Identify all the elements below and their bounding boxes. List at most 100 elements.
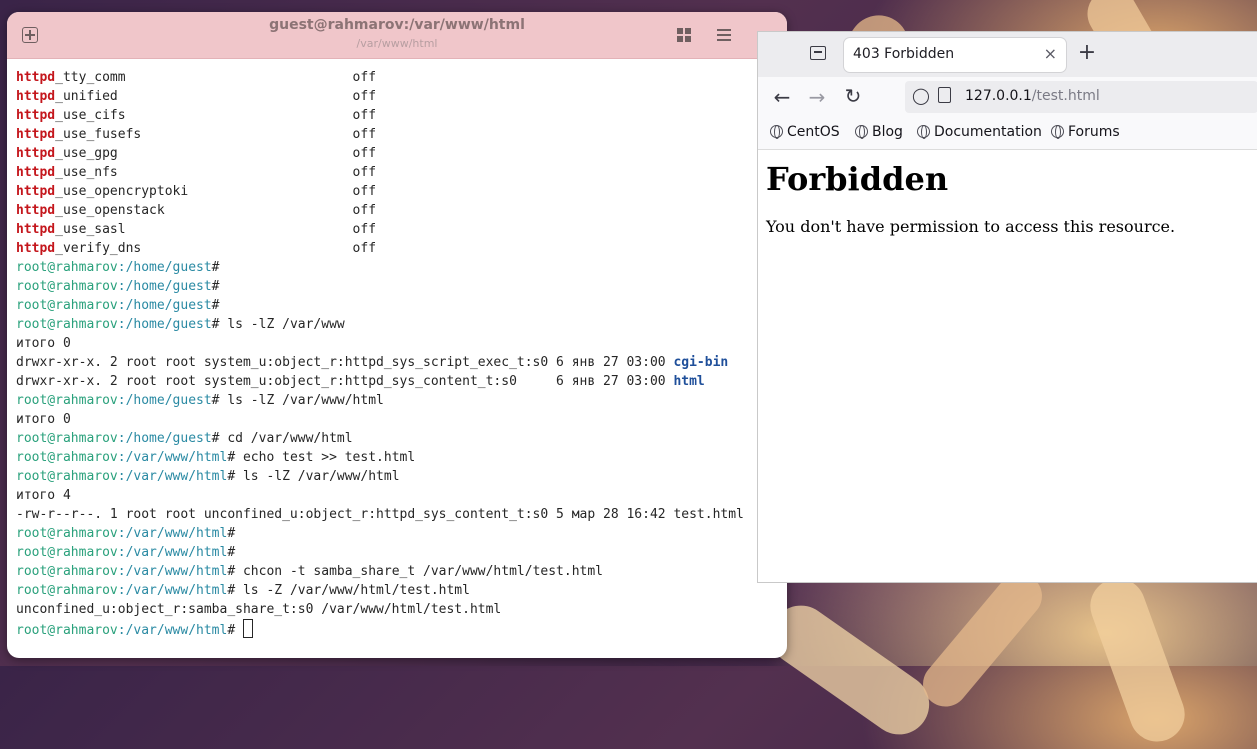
prompt-user: root@rahmarov (16, 469, 118, 484)
prompt-path: :/var/www/html (117, 623, 228, 638)
tab-bar: 403 Forbidden × + (758, 32, 1257, 77)
output-text: _use_sasl off (55, 222, 377, 237)
prompt-user: root@rahmarov (16, 450, 118, 465)
terminal-line: drwxr-xr-x. 2 root root system_u:object_… (16, 372, 776, 391)
terminal-line: root@rahmarov:/var/www/html# (16, 524, 776, 543)
prompt-path: :/var/www/html (117, 526, 228, 541)
terminal-line: root@rahmarov:/var/www/html# (16, 543, 776, 562)
output-text: unconfined_u:object_r:samba_share_t:s0 /… (16, 602, 502, 617)
output-text: _use_nfs off (55, 165, 377, 180)
output-text: _use_fusefs off (55, 127, 377, 142)
prompt-path: :/var/www/html (117, 564, 228, 579)
terminal-line: итого 4 (16, 486, 776, 505)
prompt-command: # (227, 623, 243, 638)
terminal-line: root@rahmarov:/home/guest# ls -lZ /var/w… (16, 391, 776, 410)
terminal-line: итого 0 (16, 334, 776, 353)
prompt-command: # cd /var/www/html (211, 431, 353, 446)
bookmark-label: Documentation (934, 124, 1042, 140)
keyword-highlight: httpd (16, 203, 56, 218)
terminal-line: root@rahmarov:/home/guest# ls -lZ /var/w… (16, 315, 776, 334)
prompt-path: :/var/www/html (117, 450, 228, 465)
page-content: Forbidden You don't have permission to a… (766, 160, 1175, 236)
back-arrow-icon[interactable]: ← (772, 85, 792, 109)
output-text: _tty_comm off (55, 70, 377, 85)
wallpaper-streak (1082, 570, 1193, 749)
bookmark-label: CentOS (787, 124, 840, 140)
bookmark-documentation[interactable]: Documentation (917, 124, 1042, 140)
terminal-line: httpd_use_gpg off (16, 144, 776, 163)
terminal-subtitle: /var/www/html (356, 37, 438, 50)
directory-name: html (673, 374, 705, 389)
prompt-user: root@rahmarov (16, 260, 118, 275)
terminal-line: httpd_use_cifs off (16, 106, 776, 125)
tab-overview-button[interactable] (808, 45, 828, 65)
terminal-line: unconfined_u:object_r:samba_share_t:s0 /… (16, 600, 776, 619)
terminal-output[interactable]: httpd_tty_comm off httpd_unified off httpd… (16, 68, 776, 638)
terminal-line: httpd_use_sasl off (16, 220, 776, 239)
forward-arrow-icon[interactable]: → (807, 85, 827, 109)
grid-icon (677, 28, 691, 42)
terminal-line: httpd_verify_dns off (16, 239, 776, 258)
reload-icon[interactable]: ↻ (843, 84, 863, 108)
terminal-line: root@rahmarov:/home/guest# (16, 277, 776, 296)
prompt-user: root@rahmarov (16, 545, 118, 560)
terminal-line: root@rahmarov:/var/www/html# (16, 619, 776, 638)
terminal-line: httpd_use_nfs off (16, 163, 776, 182)
tab-403-forbidden[interactable]: 403 Forbidden × (844, 38, 1066, 72)
bookmark-centos[interactable]: CentOS (770, 124, 840, 140)
keyword-highlight: httpd (16, 108, 56, 123)
menu-button[interactable] (713, 24, 735, 46)
url-host: 127.0.0.1 (965, 88, 1032, 104)
prompt-command: # (227, 545, 236, 560)
terminal-line: итого 0 (16, 410, 776, 429)
terminal-cursor (242, 619, 253, 638)
close-icon[interactable]: × (1044, 44, 1057, 63)
output-text: -rw-r--r--. 1 root root unconfined_u:obj… (16, 507, 744, 522)
directory-name: cgi-bin (673, 355, 729, 370)
terminal-line: -rw-r--r--. 1 root root unconfined_u:obj… (16, 505, 776, 524)
keyword-highlight: httpd (16, 89, 56, 104)
prompt-command: # (211, 260, 220, 275)
prompt-command: # chcon -t samba_share_t /var/www/html/t… (227, 564, 604, 579)
prompt-command: # (211, 279, 220, 294)
keyword-highlight: httpd (16, 146, 56, 161)
new-tab-icon[interactable]: + (1076, 41, 1098, 65)
bookmark-forums[interactable]: Forums (1051, 124, 1120, 140)
terminal-header: guest@rahmarov:/var/www/html /var/www/ht… (7, 12, 787, 59)
bookmark-blog[interactable]: Blog (855, 124, 903, 140)
prompt-user: root@rahmarov (16, 431, 118, 446)
terminal-line: root@rahmarov:/var/www/html# ls -Z /var/… (16, 581, 776, 600)
keyword-highlight: httpd (16, 222, 56, 237)
prompt-command: # ls -Z /var/www/html/test.html (227, 583, 470, 598)
prompt-path: :/home/guest (117, 393, 212, 408)
bookmark-label: Blog (872, 124, 903, 140)
terminal-line: root@rahmarov:/home/guest# cd /var/www/h… (16, 429, 776, 448)
wallpaper-streak (913, 564, 1052, 716)
tab-label: 403 Forbidden (853, 46, 955, 62)
prompt-command: # (227, 526, 236, 541)
nav-toolbar: ← → ↻ ◯ 127.0.0.1/test.html (758, 77, 1257, 117)
output-text: итого 4 (16, 488, 71, 503)
prompt-user: root@rahmarov (16, 317, 118, 332)
prompt-user: root@rahmarov (16, 583, 118, 598)
prompt-path: :/home/guest (117, 298, 212, 313)
prompt-path: :/home/guest (117, 317, 212, 332)
output-text: drwxr-xr-x. 2 root root system_u:object_… (16, 374, 674, 389)
keyword-highlight: httpd (16, 184, 56, 199)
page-heading: Forbidden (766, 160, 949, 198)
terminal-window: guest@rahmarov:/var/www/html /var/www/ht… (7, 12, 787, 658)
url-bar[interactable]: ◯ 127.0.0.1/test.html (905, 81, 1257, 113)
grid-view-button[interactable] (673, 24, 695, 46)
output-text: _use_gpg off (55, 146, 377, 161)
url-text: 127.0.0.1/test.html (965, 88, 1100, 104)
terminal-line: root@rahmarov:/var/www/html# chcon -t sa… (16, 562, 776, 581)
output-text: _verify_dns off (55, 241, 377, 256)
prompt-user: root@rahmarov (16, 526, 118, 541)
prompt-command: # echo test >> test.html (227, 450, 416, 465)
bookmark-label: Forums (1068, 124, 1120, 140)
url-path: /test.html (1031, 88, 1100, 104)
keyword-highlight: httpd (16, 241, 56, 256)
terminal-line: root@rahmarov:/home/guest# (16, 258, 776, 277)
hamburger-menu-icon (717, 29, 731, 41)
prompt-command: # (211, 298, 220, 313)
